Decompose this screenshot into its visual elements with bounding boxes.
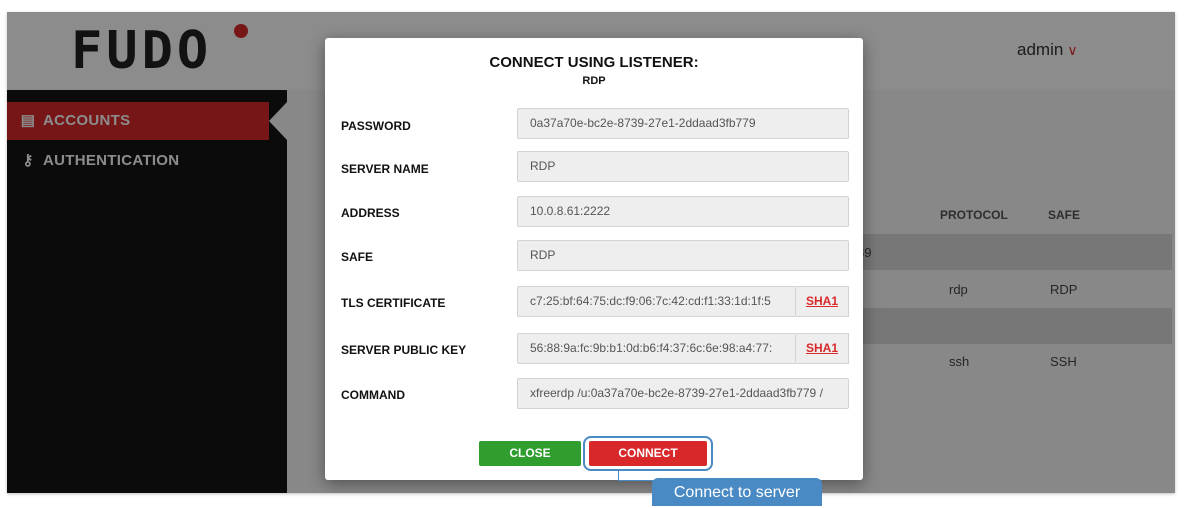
address-label: ADDRESS (341, 206, 400, 220)
connect-button[interactable]: CONNECT (589, 441, 707, 466)
close-button[interactable]: CLOSE (479, 441, 581, 466)
callout-pointer (618, 470, 654, 481)
server-name-label: SERVER NAME (341, 162, 429, 176)
password-label: PASSWORD (341, 119, 411, 133)
command-field[interactable]: xfreerdp /u:0a37a70e-bc2e-8739-27e1-2dda… (517, 378, 849, 409)
address-field[interactable]: 10.0.8.61:2222 (517, 196, 849, 227)
password-field[interactable]: 0a37a70e-bc2e-8739-27e1-2ddaad3fb779 (517, 108, 849, 139)
server-public-key-field[interactable]: 56:88:9a:fc:9b:b1:0d:b6:f4:37:6c:6e:98:a… (517, 333, 796, 364)
safe-field[interactable]: RDP (517, 240, 849, 271)
public-key-sha1-link[interactable]: SHA1 (796, 333, 849, 364)
server-public-key-label: SERVER PUBLIC KEY (341, 343, 467, 357)
dialog-subtitle: RDP (582, 75, 606, 87)
connect-callout: Connect to server (652, 478, 822, 506)
safe-label: SAFE (341, 250, 374, 264)
tls-certificate-field[interactable]: c7:25:bf:64:75:dc:f9:06:7c:42:cd:f1:33:1… (517, 286, 796, 317)
tls-certificate-label: TLS CERTIFICATE (341, 296, 446, 310)
app-window: FUDO admin ∨ ▤ ACCOUNTS ⚷ AUTHENTICATION PR… (7, 12, 1175, 493)
command-label: COMMAND (341, 388, 405, 402)
connect-dialog: CONNECT USING LISTENER: RDP PASSWORD 0a3… (325, 38, 863, 480)
dialog-title: CONNECT USING LISTENER: (489, 54, 699, 71)
tls-sha1-link[interactable]: SHA1 (796, 286, 849, 317)
server-name-field[interactable]: RDP (517, 151, 849, 182)
